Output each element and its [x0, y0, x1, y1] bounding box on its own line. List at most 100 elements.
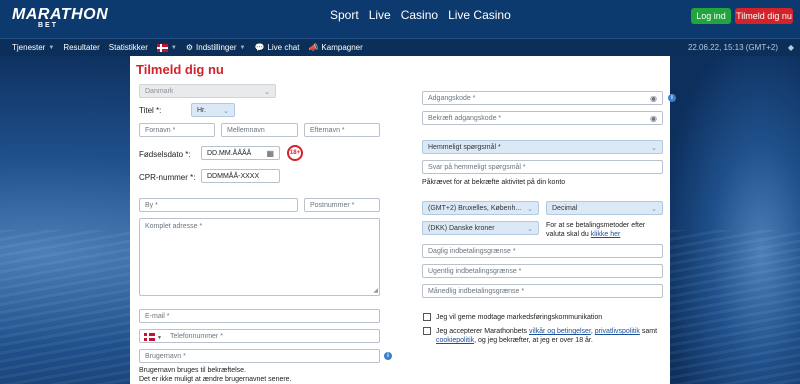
currency-note-2: valuta skal du klikke her — [546, 230, 620, 239]
cookie-link[interactable]: cookiepolitik — [436, 337, 474, 344]
info-icon[interactable]: i — [384, 352, 392, 360]
chevron-down-icon: ▼ — [239, 44, 246, 51]
logo-sub: BET — [38, 22, 58, 29]
stadium-seats-left — [0, 230, 130, 384]
main-nav: Sport Live Casino Live Casino — [330, 8, 511, 22]
terms-text-3: , og jeg bekræfter, at jeg er over 18 år… — [474, 337, 593, 344]
secret-note: Påkrævet for at bekræfte aktivitet på di… — [422, 179, 566, 186]
stadium-seats-right — [670, 230, 800, 384]
monthly-limit-field[interactable]: Månedlig indbetalingsgrænse * — [422, 284, 663, 298]
resize-handle-icon[interactable]: ◢ — [373, 287, 378, 294]
marketing-checkbox[interactable] — [423, 313, 431, 321]
nav-live-casino[interactable]: Live Casino — [448, 8, 511, 22]
terms-checkbox[interactable] — [423, 327, 431, 335]
chevron-down-icon: ⌄ — [651, 145, 657, 152]
eye-icon[interactable]: ◉ — [650, 114, 657, 123]
chevron-down-icon: ▼ — [170, 44, 177, 51]
weekly-limit-field[interactable]: Ugentlig indbetalingsgrænse * — [422, 264, 663, 278]
odds-format-value: Decimal — [552, 204, 578, 212]
lastname-field[interactable]: Efternavn * — [304, 123, 380, 137]
nav-live[interactable]: Live — [369, 8, 391, 22]
currency-note-1: For at se betalingsmetoder efter — [546, 222, 646, 229]
terms-text-2: samt — [641, 328, 658, 335]
timezone-select[interactable]: (GMT+2) Bruxelles, Københ... ⌄ — [422, 201, 539, 215]
age-18-badge: 18+ — [287, 145, 303, 161]
sub-nav: Tjenester ▼ Resultater Statistikker ▼ ⚙ In… — [12, 43, 363, 52]
subnav-livechat-label: Live chat — [267, 43, 300, 52]
nav-sport[interactable]: Sport — [330, 8, 359, 22]
dob-placeholder: DD.MM.ÅÅÅÅ — [207, 149, 252, 157]
dob-field[interactable]: DD.MM.ÅÅÅÅ ▦ — [201, 146, 280, 160]
postcode-field[interactable]: Postnummer * — [304, 198, 380, 212]
chevron-down-icon: ⌄ — [264, 89, 270, 96]
password-field[interactable]: Adgangskode * ◉ — [422, 91, 663, 105]
currency-note-2-text: valuta skal du — [546, 231, 589, 238]
subnav-campaigns-label: Kampagner — [321, 43, 363, 52]
password-confirm-placeholder: Bekræft adgangskode * — [428, 114, 502, 122]
city-field[interactable]: By * — [139, 198, 298, 212]
phone-country-selector[interactable]: ▼ — [144, 333, 162, 341]
register-button[interactable]: Tilmeld dig nu — [735, 8, 793, 24]
odds-format-select[interactable]: Decimal ⌄ — [546, 201, 663, 215]
sub-header: Tjenester ▼ Resultater Statistikker ▼ ⚙ In… — [0, 38, 800, 56]
danish-flag-icon — [156, 43, 168, 52]
subnav-statistikker[interactable]: Statistikker — [109, 43, 148, 52]
logo[interactable]: MARATHON — [12, 7, 108, 23]
subnav-livechat[interactable]: 💬 Live chat — [254, 43, 299, 52]
calendar-icon[interactable]: ▦ — [266, 149, 274, 158]
language-selector[interactable]: ▼ — [156, 43, 177, 52]
terms-label: Jeg accepterer Marathonbets vilkår og be… — [436, 328, 658, 344]
nav-casino[interactable]: Casino — [401, 8, 438, 22]
chevron-down-icon: ⌄ — [527, 226, 533, 233]
megaphone-icon: 📣 — [308, 43, 319, 52]
address-placeholder: Komplet adresse * — [145, 223, 203, 230]
subnav-resultater[interactable]: Resultater — [63, 43, 99, 52]
title-select[interactable]: Hr. ⌄ — [191, 103, 235, 117]
username-field[interactable]: Brugernavn * — [139, 349, 380, 363]
secret-question-select[interactable]: Hemmeligt spørgsmål * ⌄ — [422, 140, 663, 154]
title-label: Titel *: — [139, 106, 162, 115]
firstname-field[interactable]: Fornavn * — [139, 123, 215, 137]
currency-value: (DKK) Danske kroner — [428, 224, 495, 232]
chat-icon: 💬 — [254, 43, 265, 52]
secret-answer-field[interactable]: Svar på hemmeligt spørgsmål * — [422, 160, 663, 174]
title-value: Hr. — [197, 106, 206, 114]
cpr-label: CPR-nummer *: — [139, 173, 196, 182]
chevron-down-icon: ⌄ — [527, 206, 533, 213]
terms-text-1: Jeg accepterer Marathonbets — [436, 328, 528, 335]
email-field[interactable]: E-mail * — [139, 309, 380, 323]
middlename-field[interactable]: Mellemnavn — [221, 123, 298, 137]
password-placeholder: Adgangskode * — [428, 94, 476, 102]
subnav-campaigns[interactable]: 📣 Kampagner — [308, 43, 362, 52]
click-here-link[interactable]: klikke her — [591, 231, 621, 238]
currency-select[interactable]: (DKK) Danske kroner ⌄ — [422, 221, 539, 235]
subnav-settings-label: Indstillinger — [196, 43, 237, 52]
phone-field[interactable]: ▼ Telefonnummer * — [139, 329, 380, 343]
timezone-value: (GMT+2) Bruxelles, Københ... — [428, 204, 522, 212]
dob-label: Fødselsdato *: — [139, 150, 191, 159]
top-header: MARATHON BET Sport Live Casino Live Casi… — [0, 0, 800, 38]
gear-icon: ⚙ — [185, 43, 194, 52]
chevron-down-icon: ▼ — [48, 44, 55, 51]
marketing-label: Jeg vil gerne modtage markedsføringskomm… — [436, 314, 603, 321]
privacy-link[interactable]: privatlivspolitik — [595, 328, 640, 335]
chevron-down-icon: ▼ — [156, 334, 162, 341]
cpr-field[interactable]: DDMMÅÅ-XXXX — [201, 169, 280, 183]
expand-icon[interactable]: ◆ — [788, 43, 794, 52]
info-icon[interactable]: i — [668, 94, 676, 102]
chevron-down-icon: ⌄ — [651, 206, 657, 213]
phone-placeholder: Telefonnummer * — [170, 332, 223, 340]
country-select[interactable]: Danmark ⌄ — [139, 84, 276, 98]
login-button[interactable]: Log ind — [691, 8, 731, 24]
subnav-tjenester-label: Tjenester — [12, 43, 46, 52]
password-confirm-field[interactable]: Bekræft adgangskode * ◉ — [422, 111, 663, 125]
chevron-down-icon: ⌄ — [223, 108, 229, 115]
datetime: 22.06.22, 15:13 (GMT+2) — [687, 43, 778, 52]
secret-question-value: Hemmeligt spørgsmål * — [428, 143, 501, 151]
daily-limit-field[interactable]: Daglig indbetalingsgrænse * — [422, 244, 663, 258]
terms-link[interactable]: vilkår og betingelser — [529, 328, 591, 335]
eye-icon[interactable]: ◉ — [650, 94, 657, 103]
address-textarea[interactable]: Komplet adresse * ◢ — [139, 218, 380, 296]
subnav-tjenester[interactable]: Tjenester ▼ — [12, 43, 54, 52]
subnav-settings[interactable]: ⚙ Indstillinger ▼ — [186, 43, 246, 52]
